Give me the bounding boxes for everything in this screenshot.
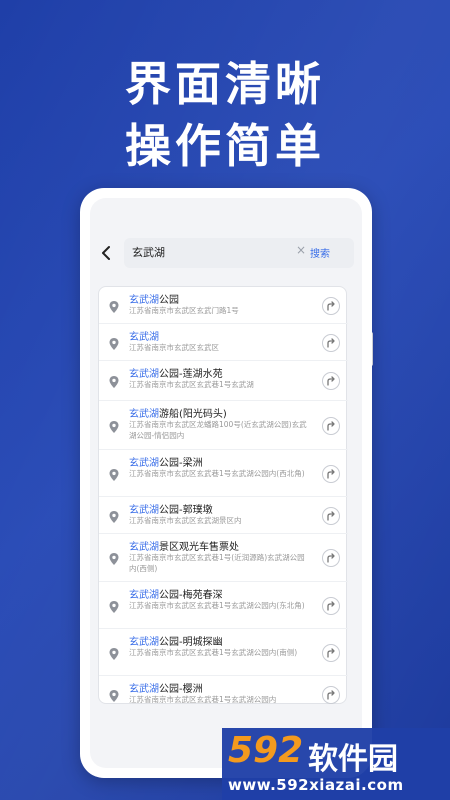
result-address: 江苏省南京市玄武区玄武湖景区内: [129, 516, 242, 525]
location-pin-icon: [107, 646, 121, 660]
location-pin-icon: [107, 336, 121, 350]
route-icon[interactable]: [322, 643, 340, 662]
result-address: 江苏省南京市玄武区玄武巷1号玄武湖: [129, 380, 254, 389]
headline-line-1: 界面清晰: [125, 57, 325, 111]
result-item[interactable]: 玄武湖游船(阳光码头) 江苏省南京市玄武区龙蟠路100号(近玄武湖公园)玄武湖公园…: [99, 401, 348, 450]
watermark-name: 软件园: [308, 742, 398, 777]
result-address: 江苏省南京市玄武区玄武区: [129, 343, 219, 352]
location-pin-icon: [107, 599, 121, 613]
search-input[interactable]: 玄武湖 × 搜索: [124, 238, 354, 268]
result-title: 玄武湖公园: [129, 291, 179, 306]
result-address: 江苏省南京市玄武区玄武巷1号玄武湖公园内(南侧): [129, 648, 298, 657]
result-address: 江苏省南京市玄武区玄武巷1号玄武湖公园内: [129, 695, 277, 704]
result-item[interactable]: 玄武湖公园-郭璞墩 江苏省南京市玄武区玄武湖景区内: [99, 497, 348, 534]
search-query: 玄武湖: [132, 246, 165, 259]
result-address: 江苏省南京市玄武区玄武巷1号(近润源路)玄武湖公园内(西侧): [129, 553, 305, 573]
result-item[interactable]: 玄武湖景区观光车售票处 江苏省南京市玄武区玄武巷1号(近润源路)玄武湖公园内(西侧…: [99, 534, 348, 582]
result-item[interactable]: 玄武湖公园-明城探幽 江苏省南京市玄武区玄武巷1号玄武湖公园内(南侧): [99, 629, 348, 676]
result-title: 玄武湖公园-樱洲: [129, 680, 203, 695]
result-item[interactable]: 玄武湖公园-樱洲 江苏省南京市玄武区玄武巷1号玄武湖公园内: [99, 676, 348, 713]
headline-line-2: 操作简单: [125, 119, 325, 173]
result-title: 玄武湖公园-莲湖水苑: [129, 365, 223, 380]
route-icon[interactable]: [322, 464, 340, 483]
route-icon[interactable]: [322, 333, 340, 352]
route-icon[interactable]: [322, 416, 340, 435]
location-pin-icon: [107, 688, 121, 702]
search-button[interactable]: 搜索: [310, 245, 330, 260]
result-title: 玄武湖公园-梅苑春深: [129, 586, 223, 601]
route-icon[interactable]: [322, 685, 340, 704]
result-title: 玄武湖公园-明城探幽: [129, 633, 223, 648]
route-icon[interactable]: [322, 506, 340, 525]
result-item[interactable]: 玄武湖公园-梁洲 江苏省南京市玄武区玄武巷1号玄武湖公园内(西北角): [99, 450, 348, 497]
phone-frame: 玄武湖 × 搜索 玄武湖公园 江苏省南京市玄武区玄武门路1号 玄武湖 江苏省南京市玄武…: [80, 188, 372, 778]
location-pin-icon: [107, 551, 121, 565]
location-pin-icon: [107, 509, 121, 523]
result-item[interactable]: 玄武湖公园-梅苑春深 江苏省南京市玄武区玄武巷1号玄武湖公园内(东北角): [99, 582, 348, 629]
watermark-number: 592: [228, 730, 304, 771]
result-address: 江苏省南京市玄武区玄武巷1号玄武湖公园内(西北角): [129, 469, 305, 478]
location-pin-icon: [107, 299, 121, 313]
phone-screen: 玄武湖 × 搜索 玄武湖公园 江苏省南京市玄武区玄武门路1号 玄武湖 江苏省南京市玄武…: [90, 198, 362, 768]
result-item[interactable]: 玄武湖公园 江苏省南京市玄武区玄武门路1号: [99, 287, 348, 324]
result-list: 玄武湖公园 江苏省南京市玄武区玄武门路1号 玄武湖 江苏省南京市玄武区玄武区 玄武湖公园…: [98, 286, 348, 704]
route-icon[interactable]: [322, 372, 340, 390]
result-title: 玄武湖: [129, 328, 159, 343]
watermark-logo: 592 软件园 www.592xiazai.com: [222, 728, 450, 800]
route-icon[interactable]: [322, 596, 340, 615]
close-icon[interactable]: ×: [296, 243, 306, 257]
result-title: 玄武湖公园-梁洲: [129, 454, 203, 469]
watermark-url: www.592xiazai.com: [228, 776, 404, 794]
result-title: 玄武湖景区观光车售票处: [129, 538, 239, 553]
result-item[interactable]: 玄武湖 江苏省南京市玄武区玄武区: [99, 324, 348, 361]
location-pin-icon: [107, 467, 121, 481]
result-address: 江苏省南京市玄武区龙蟠路100号(近玄武湖公园)玄武湖公园-情侣园内: [129, 420, 307, 440]
route-icon[interactable]: [322, 549, 340, 567]
route-icon[interactable]: [322, 296, 340, 315]
chevron-left-icon[interactable]: [98, 244, 116, 262]
result-title: 玄武湖公园-郭璞墩: [129, 501, 213, 516]
result-item[interactable]: 玄武湖公园-莲湖水苑 江苏省南京市玄武区玄武巷1号玄武湖: [99, 361, 348, 401]
location-pin-icon: [107, 374, 121, 388]
result-address: 江苏省南京市玄武区玄武巷1号玄武湖公园内(东北角): [129, 601, 305, 610]
result-address: 江苏省南京市玄武区玄武门路1号: [129, 306, 239, 315]
result-title: 玄武湖游船(阳光码头): [129, 405, 227, 420]
search-bar: 玄武湖 × 搜索: [90, 236, 362, 270]
location-pin-icon: [107, 419, 121, 433]
